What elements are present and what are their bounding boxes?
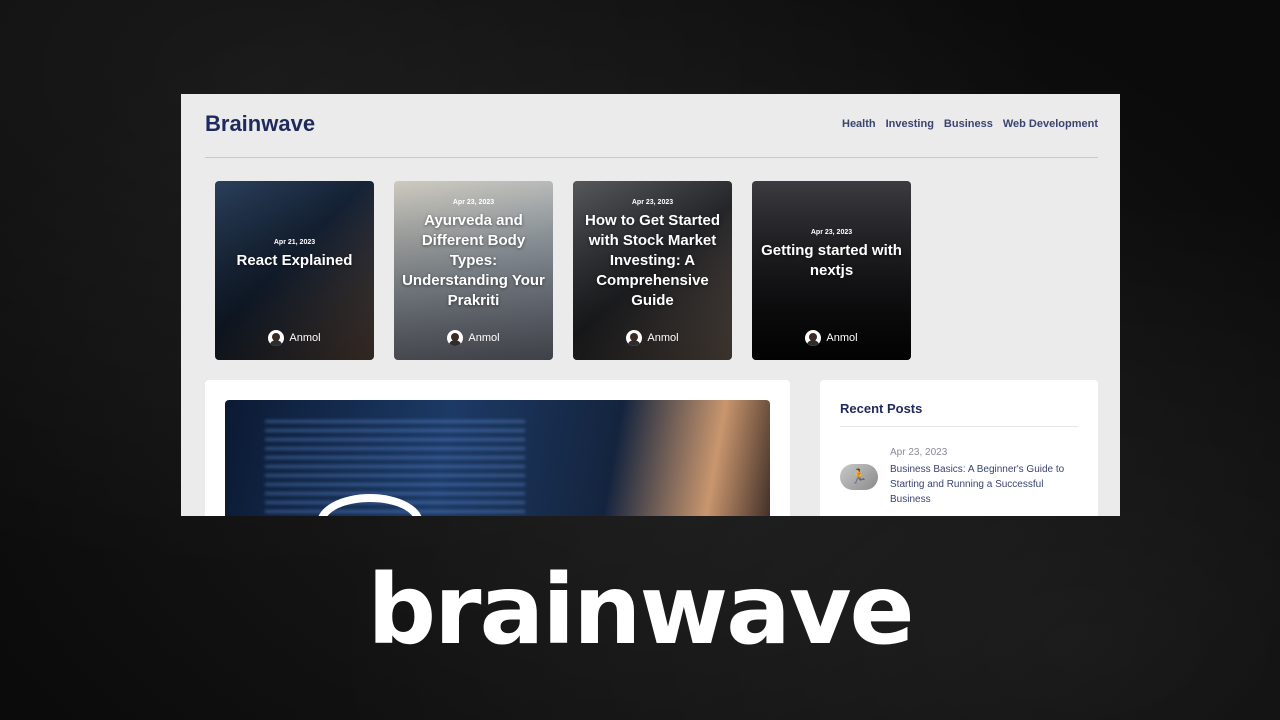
runner-icon[interactable]: 🏃	[840, 464, 878, 490]
hero-image[interactable]	[225, 400, 770, 516]
sidebar-title: Recent Posts	[840, 401, 923, 416]
post-date: Apr 23, 2023	[810, 228, 853, 236]
site-header: Brainwave Health Investing Business Web …	[205, 94, 1098, 158]
website-screenshot: Brainwave Health Investing Business Web …	[181, 94, 1120, 516]
avatar	[626, 330, 643, 346]
featured-posts: Apr 21, 2023 React Explained Anmol Apr 2…	[215, 181, 911, 360]
post-author: Anmol	[752, 330, 911, 346]
post-date: Apr 23, 2023	[631, 198, 674, 206]
avatar	[805, 330, 822, 346]
main-post-card	[205, 380, 790, 516]
nav-health[interactable]: Health	[842, 118, 876, 130]
avatar	[447, 330, 464, 346]
author-name: Anmol	[289, 332, 321, 344]
avatar	[268, 330, 285, 346]
nav-business[interactable]: Business	[944, 118, 993, 130]
post-author: Anmol	[573, 330, 732, 346]
post-title: How to Get Started with Stock Market Inv…	[584, 211, 720, 309]
caption-title: brainwave	[367, 554, 914, 666]
author-name: Anmol	[468, 332, 500, 344]
post-title: Ayurveda and Different Body Types: Under…	[402, 211, 545, 309]
divider	[840, 426, 1078, 427]
post-card[interactable]: Apr 23, 2023 Ayurveda and Different Body…	[394, 181, 553, 360]
post-card[interactable]: Apr 23, 2023 Getting started with nextjs…	[752, 181, 911, 360]
author-name: Anmol	[647, 332, 679, 344]
post-date: Apr 21, 2023	[273, 238, 316, 246]
post-title: React Explained	[236, 251, 353, 269]
post-title: Getting started with nextjs	[761, 241, 902, 279]
post-author: Anmol	[394, 330, 553, 346]
post-card[interactable]: Apr 21, 2023 React Explained Anmol	[215, 181, 374, 360]
author-name: Anmol	[826, 332, 858, 344]
nav-investing[interactable]: Investing	[886, 118, 934, 130]
site-logo[interactable]: Brainwave	[205, 111, 315, 137]
main-nav: Health Investing Business Web Developmen…	[842, 118, 1098, 130]
post-card[interactable]: Apr 23, 2023 How to Get Started with Sto…	[573, 181, 732, 360]
post-date: Apr 23, 2023	[452, 198, 495, 206]
recent-post-date: Apr 23, 2023	[890, 447, 948, 458]
nav-web-development[interactable]: Web Development	[1003, 118, 1098, 130]
recent-post-title[interactable]: Business Basics: A Beginner's Guide to S…	[890, 462, 1080, 507]
sidebar: Recent Posts 🏃 Apr 23, 2023 Business Bas…	[820, 380, 1098, 516]
post-author: Anmol	[215, 330, 374, 346]
